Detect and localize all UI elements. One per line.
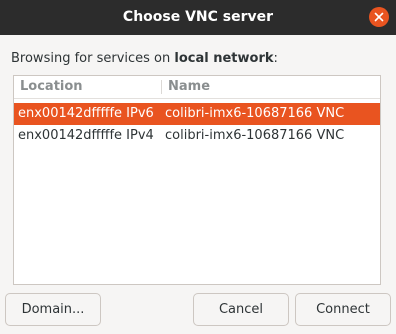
close-icon: [374, 12, 384, 22]
column-separator: [161, 80, 162, 94]
browse-prefix: Browsing for services on: [11, 51, 175, 66]
column-header-name[interactable]: Name: [168, 76, 210, 98]
list-header: Location Name: [14, 76, 380, 99]
table-row[interactable]: enx00142dfffffe IPv6 colibri-imx6-106871…: [14, 103, 380, 125]
window-title: Choose VNC server: [122, 9, 274, 25]
row-location: enx00142dfffffe IPv4: [18, 128, 154, 143]
services-list[interactable]: Location Name enx00142dfffffe IPv6 colib…: [13, 75, 381, 285]
browse-label: Browsing for services on local network:: [11, 50, 278, 68]
row-name: colibri-imx6-10687166 VNC: [165, 128, 345, 143]
domain-button[interactable]: Domain...: [5, 293, 101, 326]
title-bar: Choose VNC server: [0, 0, 396, 35]
browse-network: local network: [174, 51, 274, 66]
row-location: enx00142dfffffe IPv6: [18, 106, 154, 121]
connect-button[interactable]: Connect: [295, 293, 391, 326]
table-row[interactable]: enx00142dfffffe IPv4 colibri-imx6-106871…: [14, 125, 380, 147]
column-header-location[interactable]: Location: [20, 76, 83, 98]
cancel-button[interactable]: Cancel: [193, 293, 289, 326]
row-name: colibri-imx6-10687166 VNC: [165, 106, 345, 121]
close-button[interactable]: [369, 7, 389, 27]
browse-suffix: :: [273, 51, 278, 66]
